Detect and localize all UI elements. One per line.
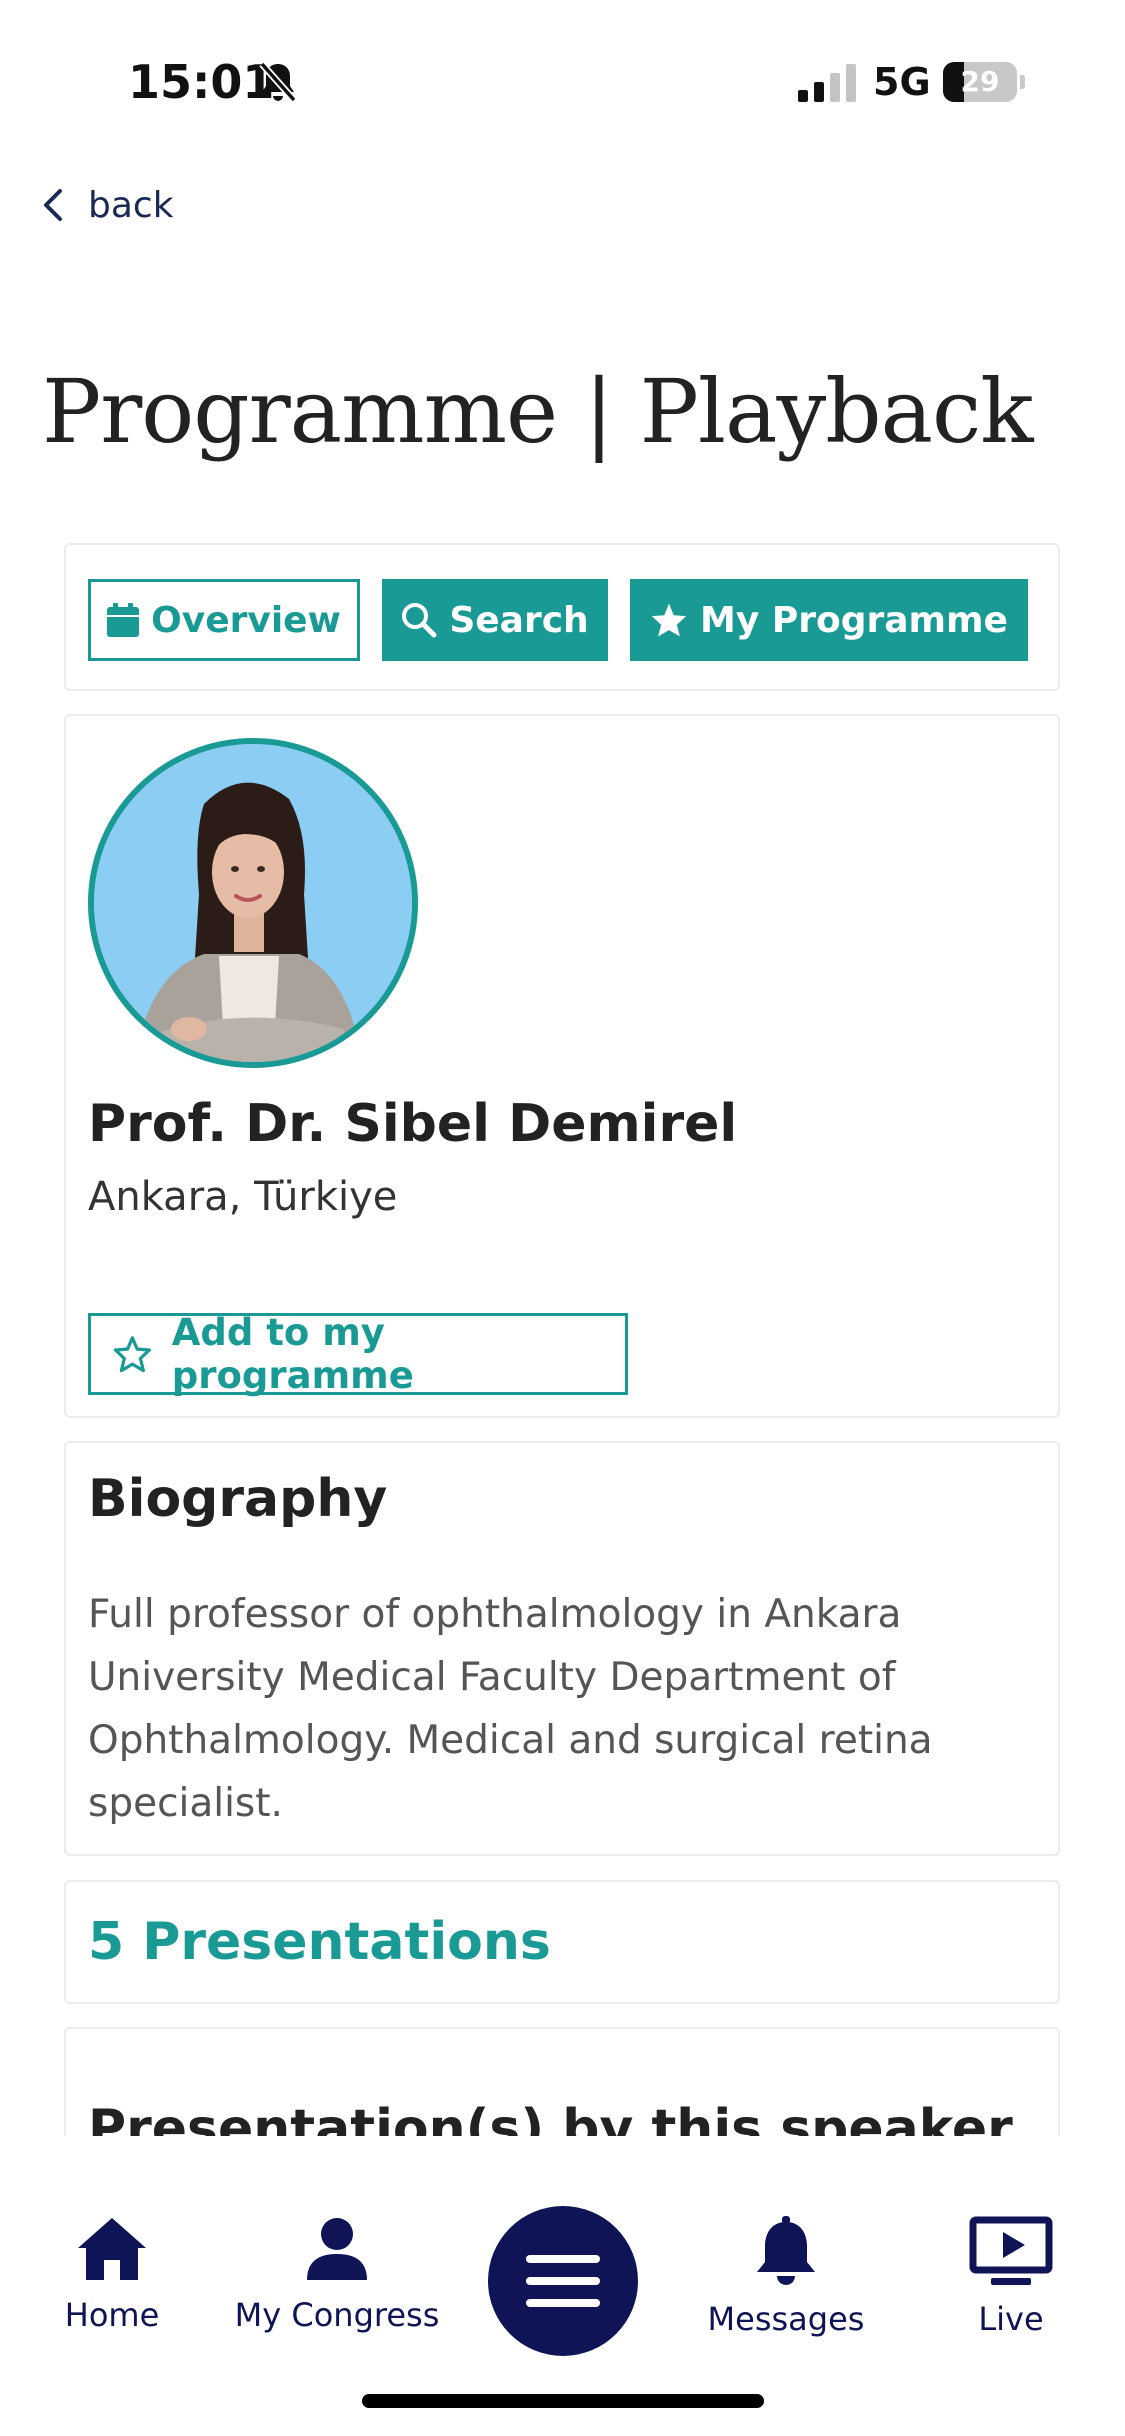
presentations-count: 5 Presentations — [88, 1912, 551, 1972]
calendar-icon — [107, 603, 140, 637]
nav-home[interactable]: Home — [2, 2216, 222, 2334]
home-indicator — [362, 2394, 764, 2408]
my-programme-button[interactable]: My Programme — [630, 579, 1028, 661]
person-icon — [307, 2218, 367, 2280]
bottom-nav: Home My Congress Messages Live — [0, 2136, 1125, 2436]
add-to-programme-button[interactable]: Add to my programme — [88, 1311, 628, 1397]
nav-messages[interactable]: Messages — [676, 2216, 896, 2338]
biography-title: Biography — [88, 1469, 388, 1529]
speaker-name: Prof. Dr. Sibel Demirel — [88, 1094, 738, 1154]
nav-my-congress-label: My Congress — [234, 2296, 440, 2334]
biography-card: Biography Full professor of ophthalmolog… — [64, 1441, 1060, 1856]
star-icon — [651, 603, 687, 637]
my-programme-label: My Programme — [700, 599, 1008, 641]
status-time: 15:01 — [128, 55, 275, 109]
overview-label: Overview — [151, 599, 341, 641]
page-title: Programme | Playback — [42, 360, 1034, 463]
back-label: back — [88, 184, 174, 226]
speaker-location: Ankara, Türkiye — [88, 1174, 398, 1220]
chevron-left-icon — [44, 189, 62, 221]
nav-live-label: Live — [978, 2300, 1044, 2338]
search-button[interactable]: Search — [382, 579, 608, 661]
status-bar: 15:01 5G 29 — [0, 0, 1125, 150]
search-icon — [402, 603, 437, 638]
battery-percent: 29 — [960, 65, 1000, 98]
biography-text: Full professor of ophthalmology in Ankar… — [88, 1592, 933, 1826]
speaker-avatar — [88, 738, 418, 1068]
battery-icon: 29 — [943, 62, 1025, 102]
home-icon — [78, 2218, 146, 2280]
star-outline-icon — [113, 1336, 151, 1373]
nav-messages-label: Messages — [707, 2300, 865, 2338]
back-button[interactable]: back — [40, 180, 174, 230]
speaker-photo — [94, 744, 412, 1062]
speaker-card: Prof. Dr. Sibel Demirel Ankara, Türkiye … — [64, 714, 1060, 1418]
nav-home-label: Home — [64, 2296, 160, 2334]
menu-button[interactable] — [488, 2206, 638, 2356]
programme-toolbar: Overview Search My Programme — [64, 543, 1060, 691]
screen: 15:01 5G 29 back Programme | Playback Ov… — [0, 0, 1125, 2436]
bell-icon — [757, 2216, 815, 2285]
hamburger-menu-icon — [526, 2255, 600, 2307]
overview-button[interactable]: Overview — [88, 579, 360, 661]
search-label: Search — [449, 599, 589, 641]
nav-live[interactable]: Live — [901, 2216, 1121, 2338]
nav-my-congress[interactable]: My Congress — [227, 2216, 447, 2334]
presentations-count-card[interactable]: 5 Presentations — [64, 1880, 1060, 2004]
cellular-signal-icon — [798, 64, 856, 102]
live-tv-icon — [969, 2216, 1053, 2285]
network-type: 5G — [873, 60, 931, 104]
bell-off-icon — [259, 61, 297, 103]
add-to-programme-label: Add to my programme — [171, 1311, 414, 1397]
